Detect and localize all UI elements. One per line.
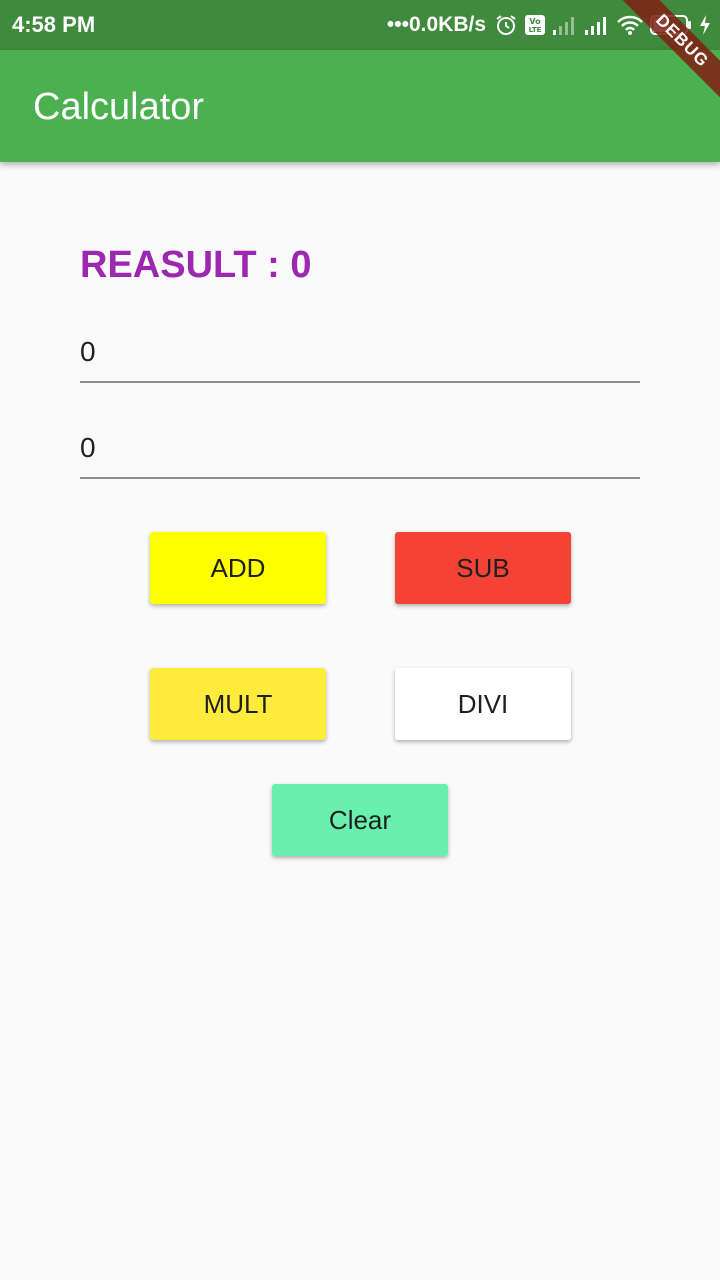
app-title: Calculator [33, 86, 205, 128]
network-speed: •••0.0KB/s [386, 13, 486, 36]
result-label: REASULT : 0 [80, 244, 312, 286]
status-bar: 4:58 PM •••0.0KB/s Vo LTE [0, 0, 720, 50]
add-button[interactable]: ADD [150, 532, 326, 604]
wifi-icon [616, 14, 644, 36]
svg-text:Vo: Vo [529, 17, 541, 26]
charging-icon [698, 14, 712, 36]
svg-text:LTE: LTE [529, 26, 542, 34]
subtract-button[interactable]: SUB [395, 532, 571, 604]
status-icons: •••0.0KB/s Vo LTE [387, 10, 712, 40]
second-number-input[interactable] [80, 419, 640, 479]
divide-button[interactable]: DIVI [395, 668, 571, 740]
signal-icon [584, 14, 610, 36]
battery-icon [650, 14, 692, 36]
app-bar: Calculator [0, 50, 720, 162]
first-number-input[interactable] [80, 323, 640, 383]
status-time: 4:58 PM [12, 12, 96, 37]
signal-weak-icon [552, 14, 578, 36]
multiply-button[interactable]: MULT [150, 668, 326, 740]
clear-button[interactable]: Clear [272, 784, 448, 856]
alarm-icon [494, 13, 518, 37]
volte-icon: Vo LTE [524, 14, 546, 36]
